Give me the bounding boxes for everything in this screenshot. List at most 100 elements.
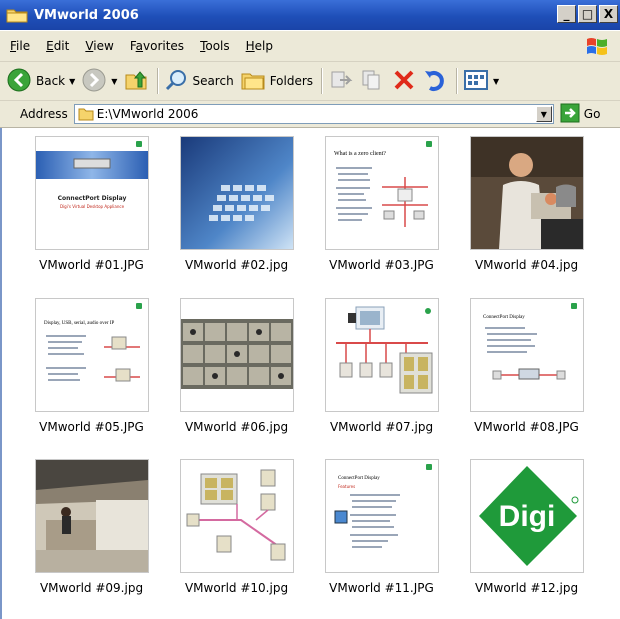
thumbnail: What is a zero client? — [325, 136, 439, 250]
slide-title: ConnectPort Display — [57, 195, 127, 202]
slide-thumbnail: ConnectPort Display Digi's Virtual Deskt… — [36, 137, 148, 249]
move-to-button[interactable] — [328, 66, 354, 96]
close-button[interactable]: X — [599, 5, 618, 23]
file-view: ConnectPort Display Digi's Virtual Deskt… — [0, 128, 620, 619]
undo-button[interactable] — [422, 66, 448, 96]
file-item[interactable]: VMworld #02.jpg — [164, 136, 309, 272]
views-dropdown-icon[interactable]: ▼ — [493, 77, 499, 86]
copy-to-button[interactable] — [360, 66, 386, 96]
file-item[interactable]: What is a zero client? VMworld #03.JPG — [309, 136, 454, 272]
move-to-icon — [328, 68, 354, 95]
menu-help[interactable]: Help — [246, 39, 273, 53]
file-name: VMworld #04.jpg — [474, 258, 579, 272]
file-item[interactable]: Display, USB, serial, audio over IP VMwo… — [19, 298, 164, 434]
back-button[interactable]: Back ▼ — [6, 66, 75, 96]
menu-edit[interactable]: Edit — [46, 39, 69, 53]
back-dropdown-icon[interactable]: ▼ — [69, 77, 75, 86]
digi-logo-text: Digi — [499, 500, 556, 533]
network-diagram — [326, 299, 438, 411]
forward-arrow-icon — [81, 67, 107, 96]
back-label: Back — [36, 74, 66, 88]
address-label: Address — [20, 107, 68, 121]
slide-title: What is a zero client? — [334, 151, 386, 157]
people-photo — [471, 137, 583, 249]
menu-favorites[interactable]: Favorites — [130, 39, 184, 53]
file-item[interactable]: VMworld #04.jpg — [454, 136, 599, 272]
search-button[interactable]: Search — [164, 66, 234, 96]
slide-title: Display, USB, serial, audio over IP — [44, 321, 115, 326]
file-item[interactable]: ConnectPort Display Digi's Virtual Deskt… — [19, 136, 164, 272]
forward-dropdown-icon[interactable]: ▼ — [111, 77, 117, 86]
folders-button[interactable]: Folders — [240, 66, 313, 96]
menu-tools[interactable]: Tools — [200, 39, 230, 53]
folders-label: Folders — [269, 74, 314, 88]
undo-icon — [422, 68, 448, 95]
thumbnail — [180, 298, 294, 412]
search-icon — [164, 68, 188, 95]
file-item[interactable]: VMworld #10.jpg — [164, 459, 309, 595]
title-bar[interactable]: VMworld 2006 _ □ X — [0, 0, 620, 30]
views-button[interactable]: ▼ — [463, 66, 499, 96]
address-field[interactable]: E:\VMworld 2006 ▼ — [73, 104, 554, 124]
file-item[interactable]: VMworld #07.jpg — [309, 298, 454, 434]
file-item[interactable]: Digi VMworld #12.jpg — [454, 459, 599, 595]
minimize-button[interactable]: _ — [557, 5, 576, 23]
go-button[interactable]: Go — [560, 103, 601, 126]
up-folder-icon — [123, 67, 149, 96]
address-bar: Address E:\VMworld 2006 ▼ Go — [0, 101, 620, 128]
file-name: VMworld #01.JPG — [39, 258, 144, 272]
network-diagram — [181, 460, 293, 572]
slide-thumbnail: ConnectPort Display Features — [326, 460, 438, 572]
up-folder-button[interactable] — [123, 66, 149, 96]
folder-icon — [78, 107, 94, 124]
file-name: VMworld #06.jpg — [184, 420, 289, 434]
thumbnail: ConnectPort Display — [470, 298, 584, 412]
file-name: VMworld #11.JPG — [329, 581, 434, 595]
menu-file[interactable]: File — [10, 39, 30, 53]
file-item[interactable]: ConnectPort Display VMworld #08.JPG — [454, 298, 599, 434]
slide-subtitle: Features — [338, 484, 356, 489]
slide-title: ConnectPort Display — [483, 315, 525, 320]
file-name: VMworld #03.JPG — [329, 258, 434, 272]
maximize-button[interactable]: □ — [578, 5, 597, 23]
file-name: VMworld #05.JPG — [39, 420, 144, 434]
file-name: VMworld #10.jpg — [184, 581, 289, 595]
file-item[interactable]: VMworld #09.jpg — [19, 459, 164, 595]
keyboard-photo — [181, 137, 293, 249]
menu-bar: File Edit View Favorites Tools Help — [0, 31, 620, 62]
thumbnail: Digi — [470, 459, 584, 573]
thumbnail — [325, 298, 439, 412]
folders-icon — [240, 68, 266, 95]
file-name: VMworld #07.jpg — [329, 420, 434, 434]
standard-toolbar: Back ▼ ▼ Search Folders ▼ — [0, 62, 620, 101]
address-value: E:\VMworld 2006 — [96, 107, 199, 121]
file-item[interactable]: VMworld #06.jpg — [164, 298, 309, 434]
office-cubicles-photo — [181, 299, 293, 411]
booth-photo — [36, 460, 148, 572]
window-title: VMworld 2006 — [34, 7, 139, 23]
toolbar-separator — [321, 68, 323, 94]
delete-x-icon — [392, 68, 416, 95]
go-label: Go — [583, 107, 601, 121]
thumbnail — [180, 136, 294, 250]
views-icon — [463, 68, 489, 95]
search-label: Search — [192, 74, 234, 88]
toolbar-separator — [157, 68, 159, 94]
forward-button[interactable]: ▼ — [81, 66, 117, 96]
thumbnail: ConnectPort Display Features — [325, 459, 439, 573]
thumbnail — [35, 459, 149, 573]
thumbnail: Display, USB, serial, audio over IP — [35, 298, 149, 412]
file-item[interactable]: ConnectPort Display Features VMworld #11… — [309, 459, 454, 595]
slide-thumbnail: What is a zero client? — [326, 137, 438, 249]
window-controls: _ □ X — [557, 5, 618, 23]
file-name: VMworld #02.jpg — [184, 258, 289, 272]
delete-button[interactable] — [392, 66, 416, 96]
file-name: VMworld #12.jpg — [474, 581, 579, 595]
address-dropdown-icon[interactable]: ▼ — [535, 106, 552, 122]
menu-view[interactable]: View — [85, 39, 113, 53]
thumbnail — [470, 136, 584, 250]
explorer-window: VMworld 2006 _ □ X File Edit View Favori… — [0, 0, 620, 619]
slide-thumbnail: Display, USB, serial, audio over IP — [36, 299, 148, 411]
copy-to-icon — [360, 68, 386, 95]
windows-logo-icon — [584, 35, 610, 57]
